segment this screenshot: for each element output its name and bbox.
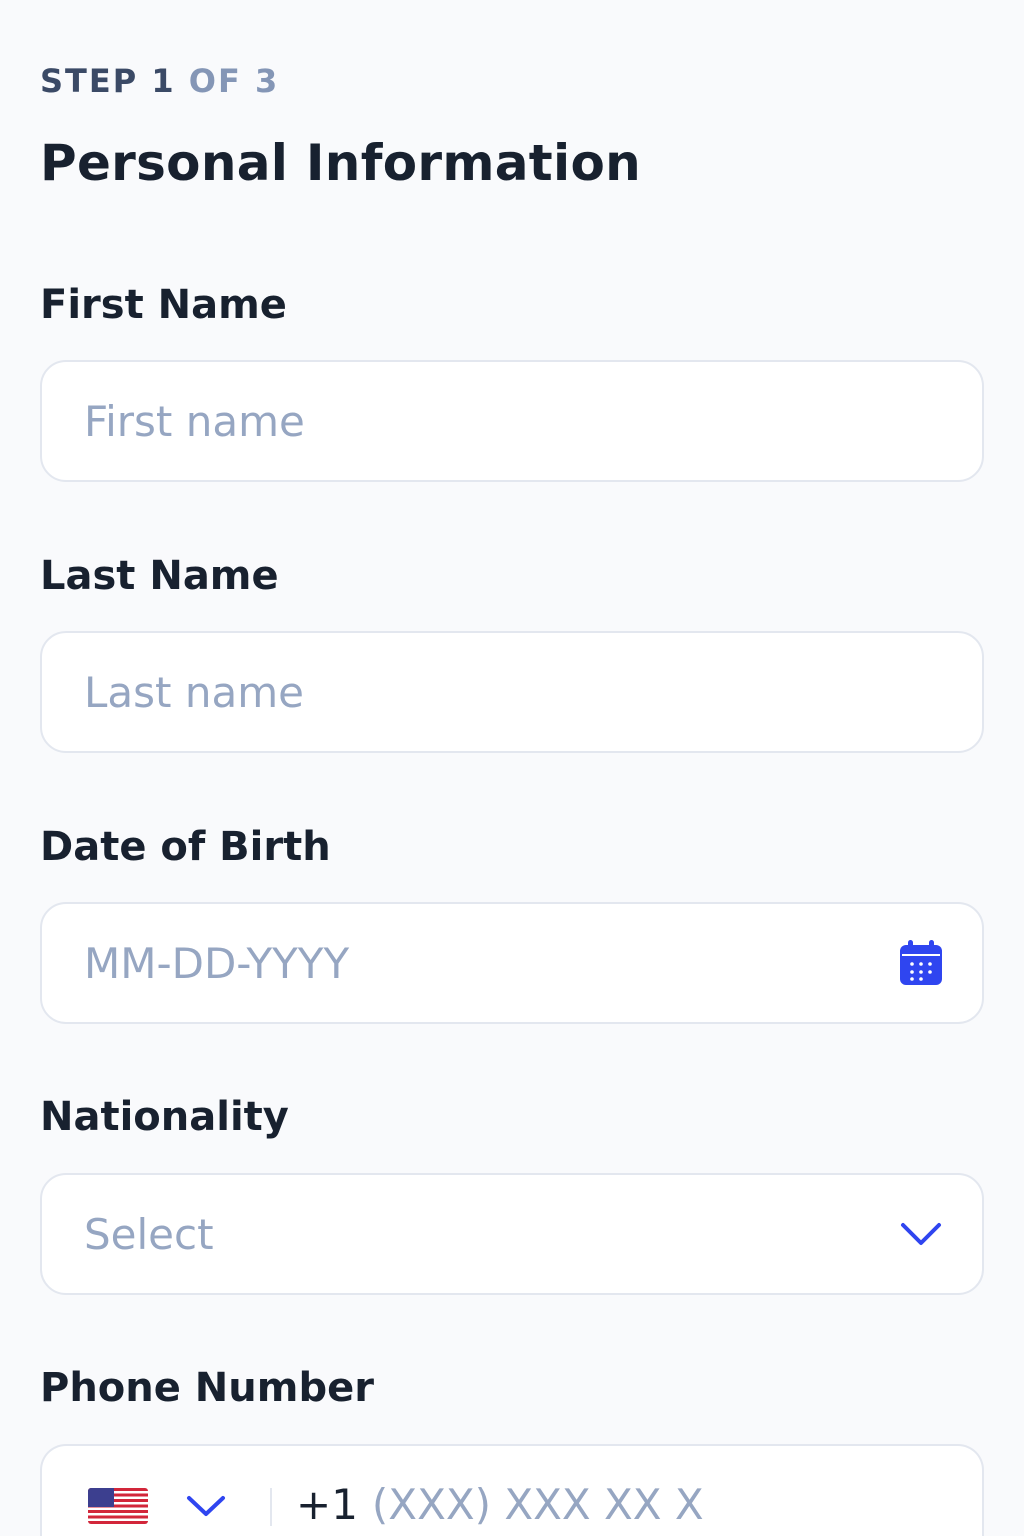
first-name-label: First Name (40, 282, 287, 328)
step-indicator: STEP 1 OF 3 (40, 62, 279, 100)
phone-placeholder: (XXX) XXX XX X (371, 1480, 704, 1529)
flag-canton (88, 1488, 114, 1507)
dob-field[interactable]: MM-DD-YYYY (40, 902, 984, 1024)
phone-label: Phone Number (40, 1365, 374, 1411)
last-name-field[interactable]: Last name (40, 631, 984, 753)
chevron-down-icon[interactable] (898, 1211, 944, 1257)
calendar-icon[interactable] (898, 940, 944, 986)
personal-info-form: STEP 1 OF 3 Personal Information First N… (0, 0, 1024, 1536)
nationality-label: Nationality (40, 1094, 289, 1140)
first-name-placeholder: First name (84, 396, 305, 446)
us-flag-icon[interactable] (88, 1488, 148, 1524)
dob-placeholder: MM-DD-YYYY (84, 938, 350, 988)
country-chevron-down-icon[interactable] (184, 1488, 228, 1524)
nationality-placeholder: Select (84, 1209, 214, 1259)
step-current: STEP 1 (40, 62, 176, 100)
dial-code: +1 (296, 1480, 358, 1529)
nationality-select[interactable]: Select (40, 1173, 984, 1295)
dob-label: Date of Birth (40, 824, 331, 870)
phone-field[interactable]: +1 (XXX) XXX XX X (40, 1444, 984, 1536)
last-name-placeholder: Last name (84, 667, 304, 717)
last-name-label: Last Name (40, 553, 279, 599)
step-total: OF 3 (188, 62, 280, 100)
phone-divider (270, 1488, 272, 1526)
page-title: Personal Information (40, 134, 641, 192)
first-name-field[interactable]: First name (40, 360, 984, 482)
